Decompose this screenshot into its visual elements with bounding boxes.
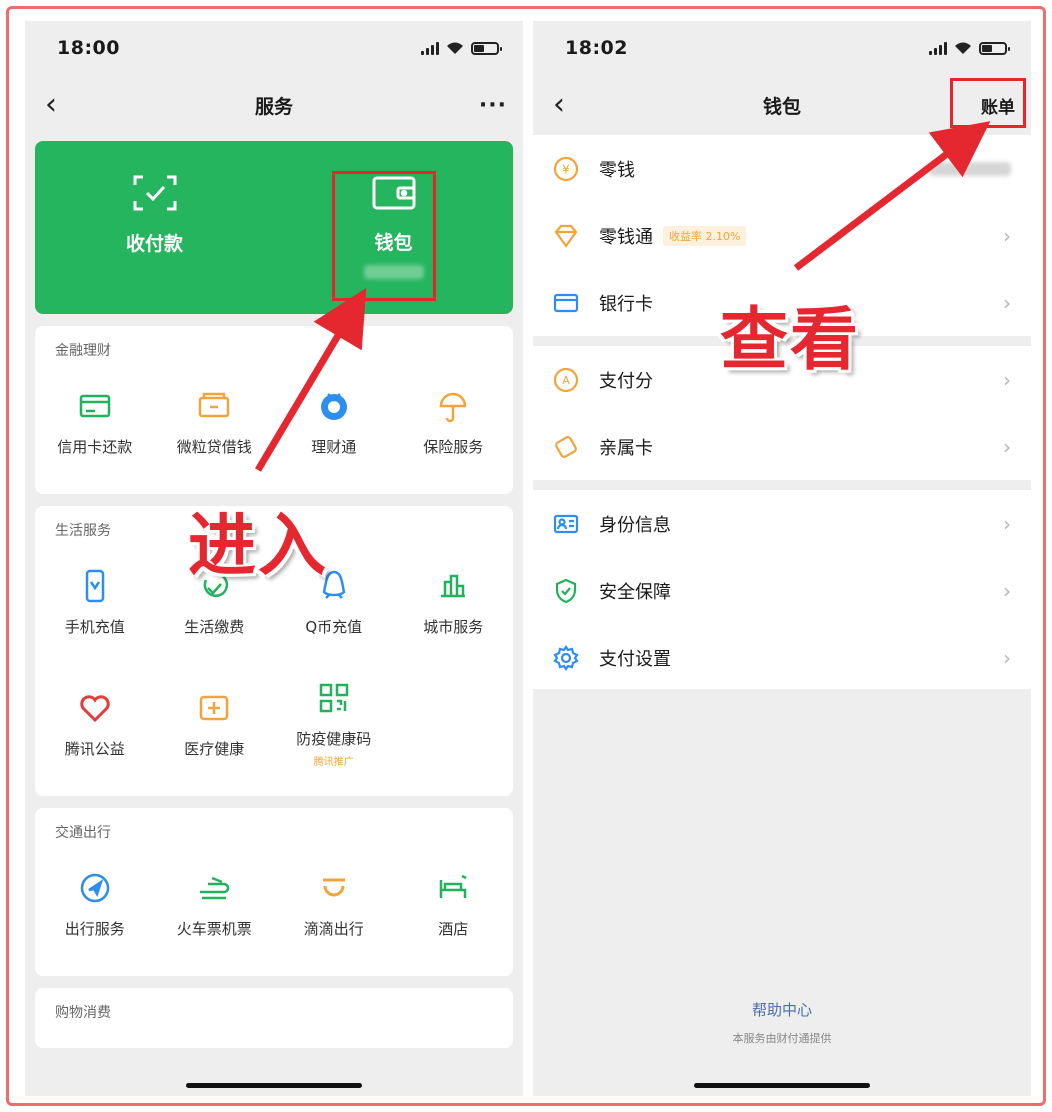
grid-item-loan[interactable]: 微粒贷借钱 — [155, 360, 275, 482]
row-family-card[interactable]: 亲属卡 › — [533, 413, 1031, 480]
score-icon: A — [553, 367, 579, 392]
grid-item-travel[interactable]: 出行服务 — [35, 842, 155, 964]
battery-icon — [979, 41, 1010, 55]
family-card-icon — [555, 435, 577, 458]
chevron-right-icon: › — [1003, 223, 1011, 248]
section-title: 交通出行 — [55, 825, 111, 841]
page-title: 服务 — [254, 95, 293, 118]
home-indicator[interactable] — [186, 1083, 362, 1088]
grid-item-didi[interactable]: 滴滴出行 — [274, 842, 394, 964]
didi-icon — [322, 878, 345, 896]
pay-collect-label: 收付款 — [125, 233, 183, 255]
grid-item-insurance[interactable]: 保险服务 — [394, 360, 514, 482]
wifi-icon — [955, 42, 971, 54]
grid-item-hotel[interactable]: 酒店 — [394, 842, 514, 964]
coin-icon: ¥ — [553, 156, 579, 181]
row-change[interactable]: ¥ 零钱 — [533, 135, 1031, 202]
grid-item-tickets[interactable]: 火车票机票 — [155, 842, 275, 964]
provider-note: 本服务由财付通提供 — [732, 1032, 832, 1045]
signal-icon — [929, 41, 947, 55]
status-bar: 18:02 — [533, 21, 1031, 75]
status-time: 18:00 — [57, 37, 120, 59]
section-shopping: 购物消费 — [35, 988, 513, 1048]
help-center-link[interactable]: 帮助中心 — [533, 999, 1031, 1020]
image-frame: 18:00 ‹ 服务 ··· 收付款 钱包 金融理财 信用卡还款 微粒贷借钱 理… — [6, 6, 1046, 1106]
loan-icon — [199, 392, 230, 417]
grid-item-medical[interactable]: 医疗健康 — [155, 662, 275, 784]
row-licaitong[interactable]: 零钱通 收益率 2.10% › — [533, 202, 1031, 269]
home-indicator[interactable] — [694, 1083, 870, 1088]
chevron-right-icon: › — [1003, 578, 1011, 603]
credit-card-icon — [79, 394, 110, 417]
section-title: 购物消费 — [55, 1005, 111, 1021]
status-bar: 18:00 — [25, 21, 523, 75]
nav-bar: ‹ 服务 ··· — [25, 75, 523, 135]
chevron-right-icon: › — [1003, 645, 1011, 670]
balance-blurred — [929, 161, 1011, 176]
row-pay-settings[interactable]: 支付设置 › — [533, 624, 1031, 691]
medical-icon — [200, 695, 229, 720]
back-icon[interactable]: ‹ — [553, 90, 581, 120]
right-phone-screen: 18:02 ‹ 钱包 账单 ¥ 零钱 零钱通 收益率 2.10% › 银行卡 ›… — [533, 21, 1031, 1096]
status-time: 18:02 — [565, 37, 628, 59]
phone-icon — [85, 569, 104, 602]
wallet-group-3: 身份信息 › 安全保障 › 支付设置 › — [533, 490, 1031, 691]
svg-text:¥: ¥ — [562, 162, 570, 176]
section-finance: 金融理财 信用卡还款 微粒贷借钱 理财通 保险服务 — [35, 326, 513, 494]
grid-item-phone-topup[interactable]: 手机充值 — [35, 540, 155, 662]
wallet-footer: 帮助中心 本服务由财付通提供 — [533, 689, 1031, 1096]
annotation-view: 查看 — [720, 301, 861, 380]
more-icon[interactable]: ··· — [479, 93, 507, 118]
section-transport: 交通出行 出行服务 火车票机票 滴滴出行 酒店 — [35, 808, 513, 976]
wifi-icon — [447, 42, 463, 54]
wealth-icon — [320, 392, 347, 420]
pay-wallet-card: 收付款 钱包 — [35, 141, 513, 314]
grid-item-city[interactable]: 城市服务 — [394, 540, 514, 662]
chevron-right-icon: › — [1003, 511, 1011, 536]
heart-icon — [80, 694, 110, 722]
pay-collect-button[interactable]: 收付款 — [35, 141, 274, 314]
wallet-highlight-box — [332, 171, 436, 301]
signal-icon — [421, 41, 439, 55]
grid-item-credit-card[interactable]: 信用卡还款 — [35, 360, 155, 482]
scan-check-icon — [133, 175, 176, 211]
id-card-icon — [553, 514, 579, 533]
battery-icon — [471, 41, 502, 55]
umbrella-icon — [439, 392, 467, 422]
grid-item-wealth[interactable]: 理财通 — [274, 360, 394, 482]
gear-icon — [553, 644, 579, 671]
bank-card-icon — [553, 293, 579, 312]
chevron-right-icon: › — [1003, 290, 1011, 315]
row-identity[interactable]: 身份信息 › — [533, 490, 1031, 557]
bill-highlight-box — [950, 78, 1026, 128]
yield-badge: 收益率 2.10% — [663, 225, 747, 246]
chevron-right-icon: › — [1003, 434, 1011, 459]
annotation-enter: 进入 — [188, 507, 329, 586]
grid-item-health-code[interactable]: 防疫健康码 腾讯推广 — [274, 662, 394, 784]
back-icon[interactable]: ‹ — [45, 90, 73, 120]
train-icon — [200, 876, 230, 899]
grid-item-charity[interactable]: 腾讯公益 — [35, 662, 155, 784]
bed-icon — [440, 874, 467, 898]
shield-icon — [555, 578, 577, 603]
svg-text:A: A — [562, 374, 570, 387]
navigation-icon — [80, 873, 109, 902]
qrcode-icon — [319, 683, 348, 713]
diamond-icon — [554, 224, 578, 248]
city-icon — [441, 574, 466, 597]
chevron-right-icon: › — [1003, 367, 1011, 392]
row-security[interactable]: 安全保障 › — [533, 557, 1031, 624]
section-title: 金融理财 — [55, 343, 111, 359]
